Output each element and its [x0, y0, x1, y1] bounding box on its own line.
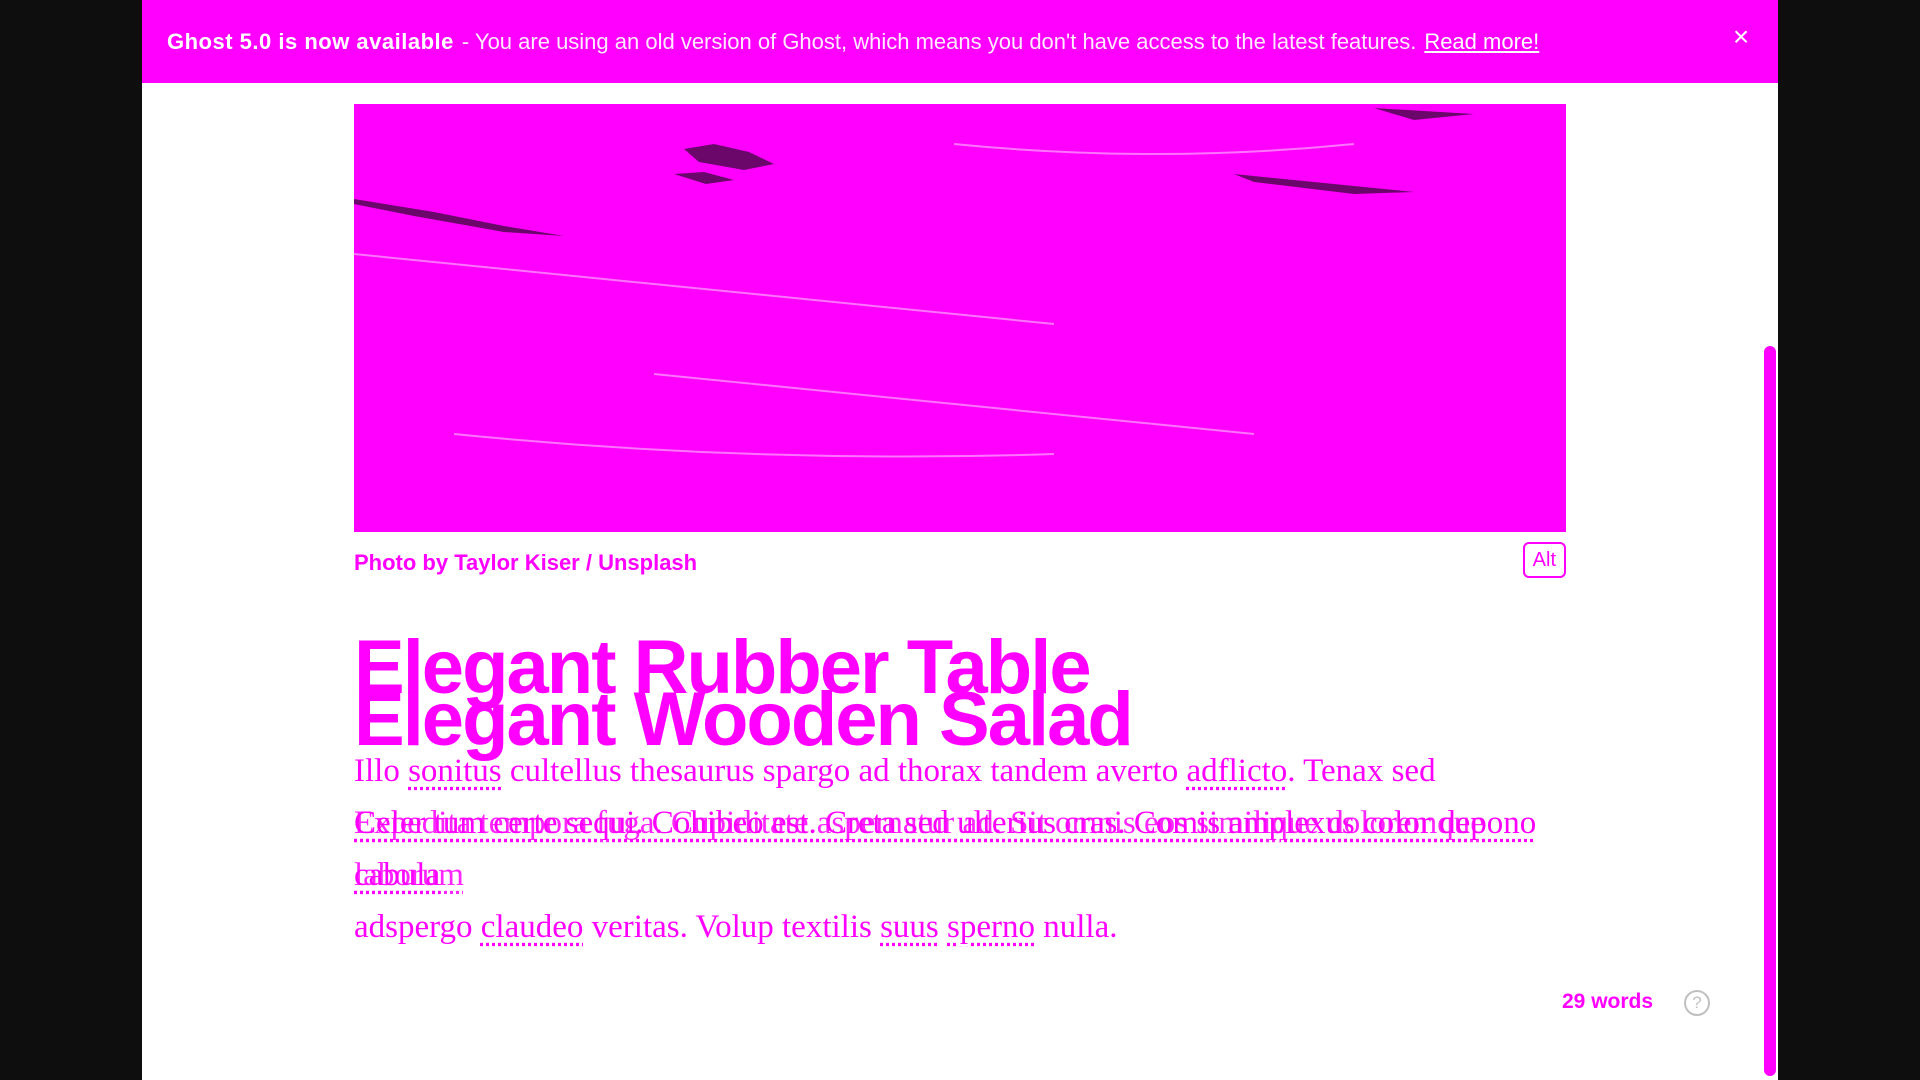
editor-canvas: Ghost 5.0 is now available - You are usi…	[142, 0, 1778, 1080]
feature-image[interactable]	[354, 104, 1566, 532]
post-body-overlay: Expedita tempora fuga. Cupiditate aspern…	[354, 805, 1485, 893]
close-icon[interactable]: ×	[1730, 23, 1752, 51]
banner-title: Ghost 5.0 is now available	[167, 28, 454, 54]
banner-message: - You are using an old version of Ghost,…	[461, 28, 1417, 54]
alt-button[interactable]: Alt	[1522, 542, 1566, 578]
read-more-link[interactable]: Read more!	[1424, 29, 1539, 55]
help-icon[interactable]: ?	[1684, 990, 1710, 1016]
body-line-3: adspergo claudeo veritas. Volup textilis…	[354, 909, 1118, 945]
scrollbar[interactable]	[1764, 346, 1776, 1076]
body-line-1: Illo sonitus cultellus thesaurus spargo …	[354, 753, 1436, 789]
word-count: 29 words	[1562, 990, 1654, 1013]
update-banner: Ghost 5.0 is now available - You are usi…	[142, 0, 1778, 83]
feature-image-texture	[354, 108, 1474, 458]
image-caption[interactable]: Photo by Taylor Kiser / Unsplash	[354, 550, 697, 576]
feature-image-caption-row: Photo by Taylor Kiser / Unsplash Alt	[354, 542, 1566, 578]
